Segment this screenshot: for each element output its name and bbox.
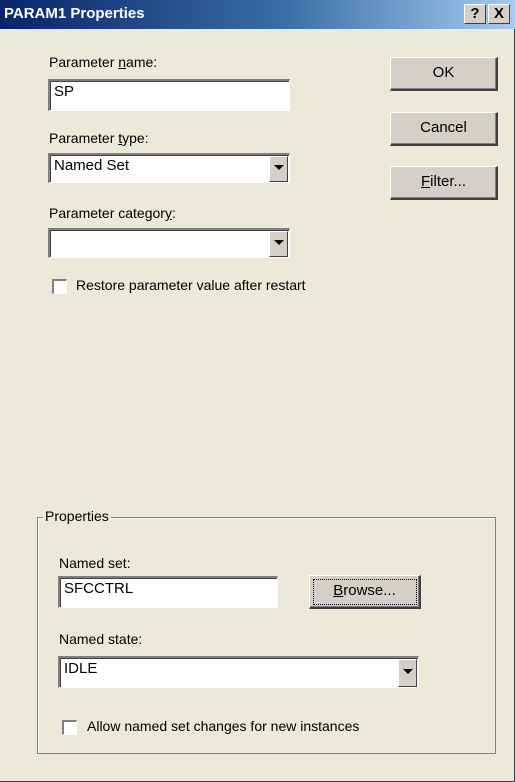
allow-changes-checkbox[interactable] — [62, 720, 77, 735]
restore-parameter-checkbox[interactable] — [52, 279, 67, 294]
browse-button[interactable]: Browse... — [309, 575, 421, 609]
named-state-label: Named state: — [59, 631, 143, 647]
parameter-category-select[interactable] — [48, 228, 290, 258]
dropdown-arrow-icon[interactable] — [269, 156, 288, 182]
restore-parameter-label: Restore parameter value after restart — [76, 277, 306, 293]
parameter-type-value: Named Set — [54, 157, 130, 174]
named-state-value: IDLE — [64, 660, 98, 677]
named-set-input[interactable]: SFCCTRL — [58, 576, 278, 608]
param1-properties-dialog: PARAM1 Properties ? X Parameter name: SP… — [0, 0, 515, 782]
properties-group-title: Properties — [43, 508, 111, 524]
named-set-label: Named set: — [59, 555, 131, 571]
title-bar[interactable]: PARAM1 Properties ? X — [0, 0, 515, 29]
ok-button[interactable]: OK — [390, 57, 498, 91]
parameter-name-label: Parameter name: — [49, 54, 158, 70]
parameter-name-input[interactable]: SP — [48, 79, 290, 111]
parameter-type-label: Parameter type: — [49, 130, 149, 146]
parameter-category-label: Parameter category: — [49, 205, 176, 221]
dropdown-arrow-icon[interactable] — [398, 659, 417, 687]
window-title: PARAM1 Properties — [4, 5, 145, 22]
filter-button[interactable]: Filter... — [390, 166, 498, 200]
help-icon[interactable]: ? — [464, 4, 486, 24]
named-state-select[interactable]: IDLE — [58, 656, 419, 688]
cancel-button[interactable]: Cancel — [390, 112, 498, 146]
parameter-type-select[interactable]: Named Set — [48, 153, 290, 183]
dropdown-arrow-icon[interactable] — [269, 231, 288, 257]
close-icon[interactable]: X — [488, 4, 510, 24]
allow-changes-label: Allow named set changes for new instance… — [87, 718, 360, 734]
